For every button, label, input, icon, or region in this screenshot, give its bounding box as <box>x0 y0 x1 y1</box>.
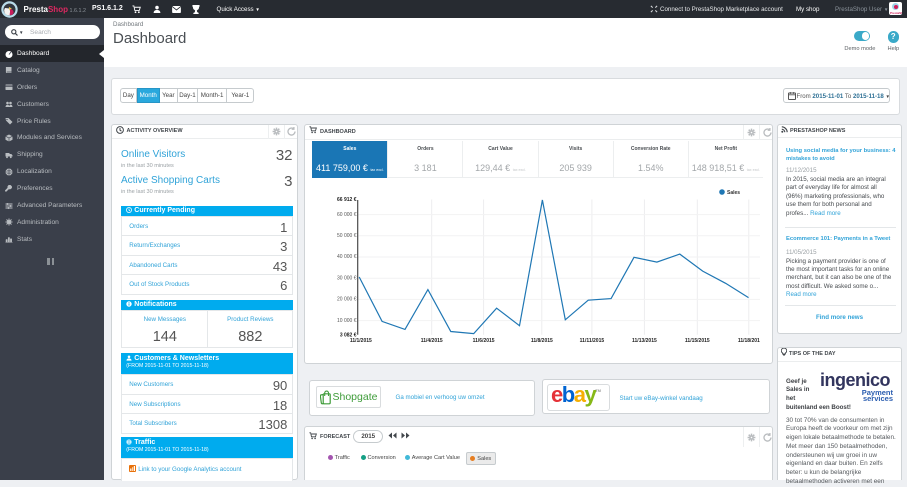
svg-text:11/6/2015: 11/6/2015 <box>473 338 495 344</box>
svg-text:11/4/2015: 11/4/2015 <box>421 338 443 344</box>
svg-text:20 000 €: 20 000 € <box>337 296 357 302</box>
svg-text:11/1/2015: 11/1/2015 <box>350 338 372 344</box>
svg-text:11/11/2015: 11/11/2015 <box>580 338 605 344</box>
svg-text:30 000 €: 30 000 € <box>337 275 357 281</box>
svg-text:11/18/201: 11/18/201 <box>738 338 760 344</box>
svg-text:66 912 €: 66 912 € <box>337 197 357 203</box>
svg-text:11/8/2015: 11/8/2015 <box>531 338 553 344</box>
svg-text:60 000 €: 60 000 € <box>337 211 357 217</box>
svg-text:40 000 €: 40 000 € <box>337 254 357 260</box>
svg-text:11/15/2015: 11/15/2015 <box>685 338 710 344</box>
svg-text:10 000 €: 10 000 € <box>337 317 357 323</box>
svg-text:11/13/2015: 11/13/2015 <box>632 338 657 344</box>
svg-text:Sales: Sales <box>727 190 740 196</box>
svg-text:50 000 €: 50 000 € <box>337 233 357 239</box>
